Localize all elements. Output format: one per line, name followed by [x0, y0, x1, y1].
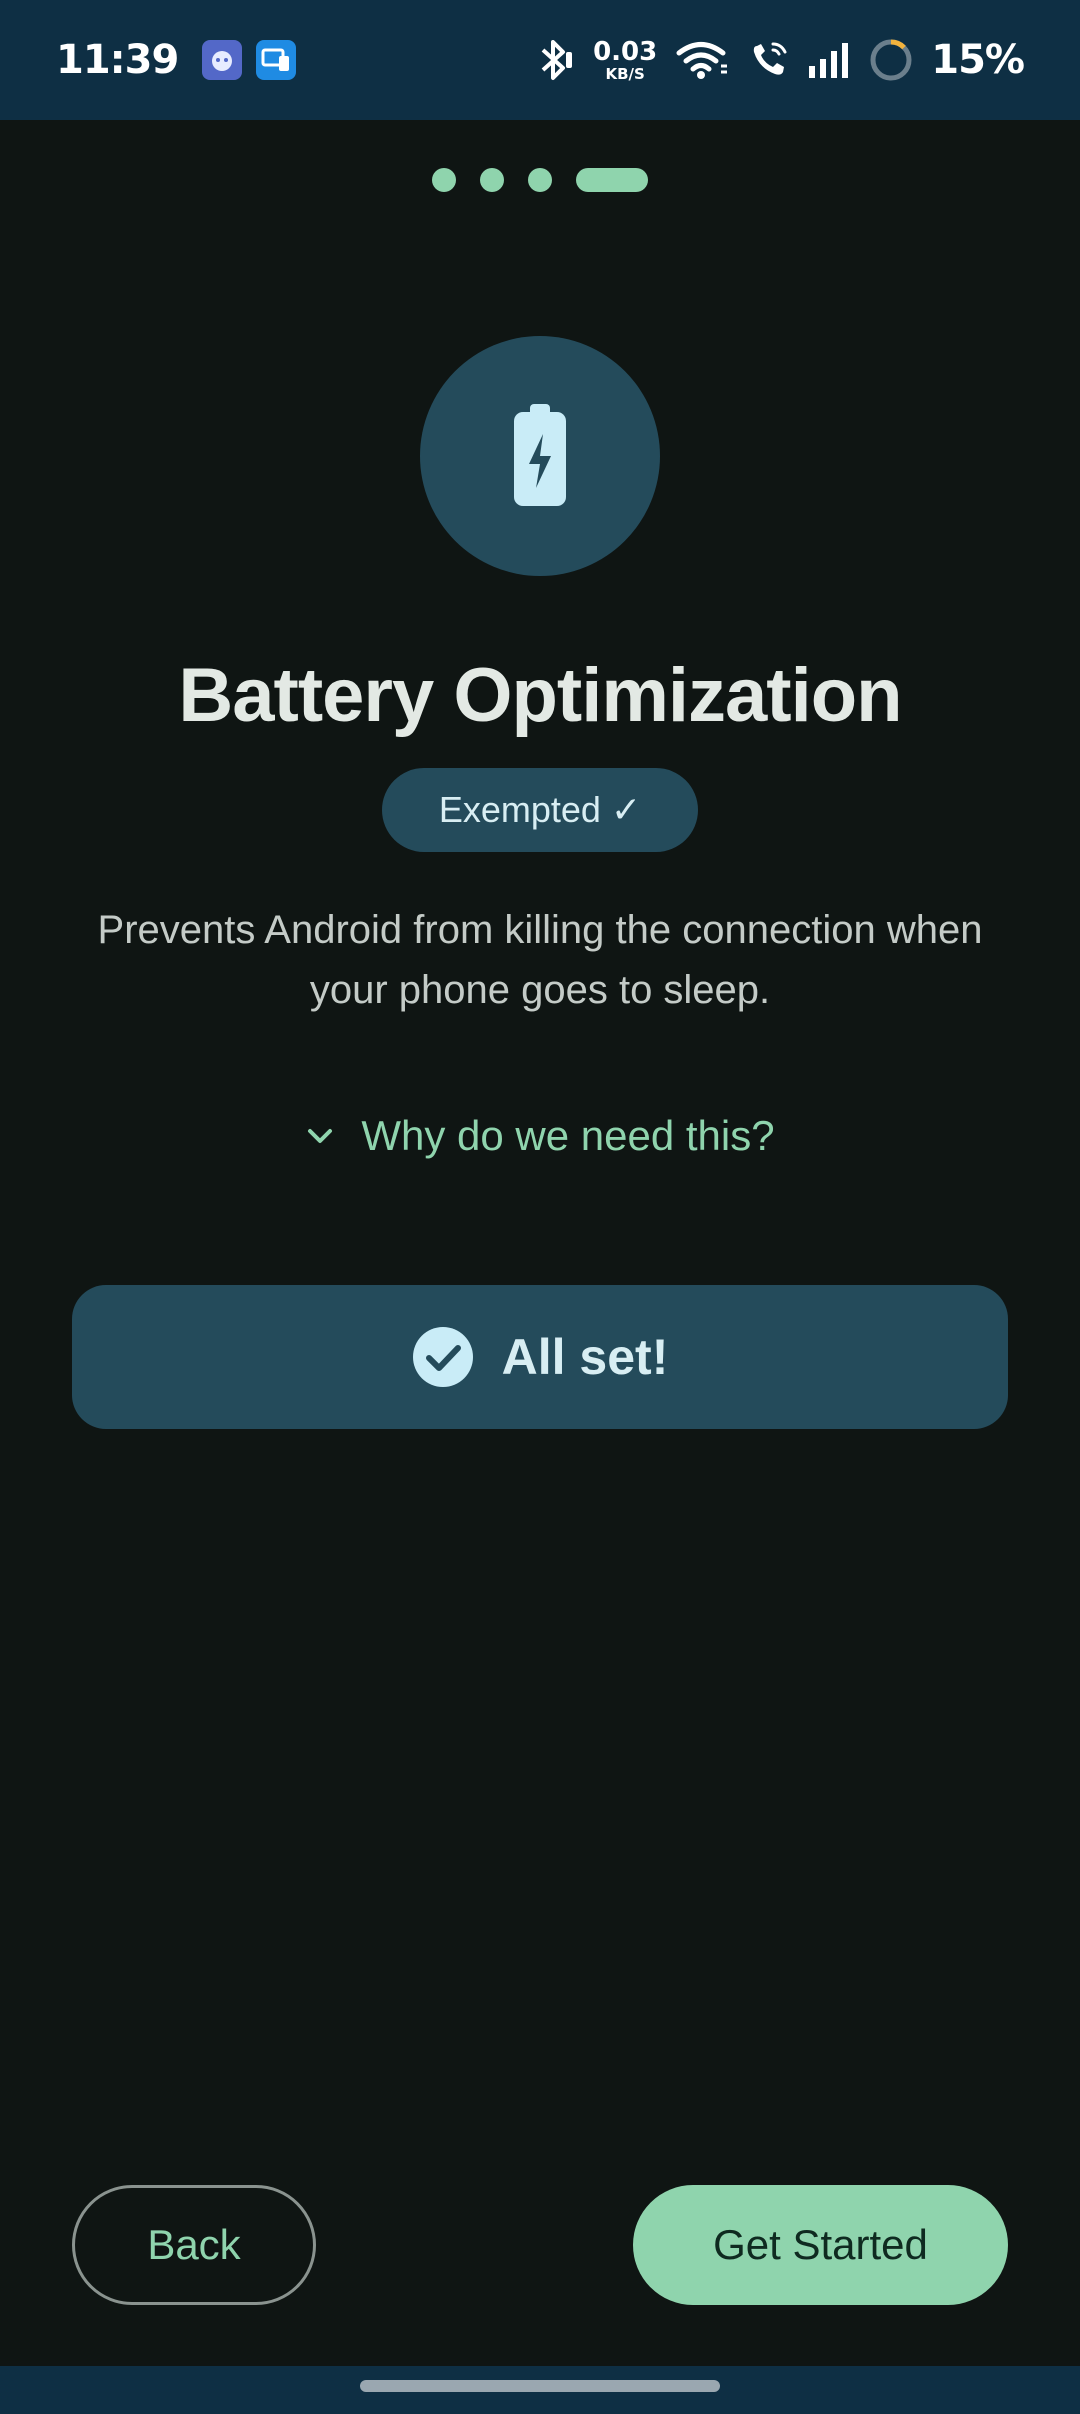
- wifi-icon: [676, 42, 728, 79]
- back-button[interactable]: Back: [72, 2185, 316, 2305]
- wifi-call-icon: [754, 42, 787, 75]
- status-bar: 11:39 0.03 KB/S 15%: [0, 0, 1080, 120]
- network-speed: 0.03 KB/S: [593, 39, 657, 82]
- battery-ring-icon: [870, 39, 912, 81]
- status-right: 0.03 KB/S 15%: [535, 37, 1025, 83]
- step-dot: [528, 168, 552, 192]
- description: Prevents Android from killing the connec…: [97, 908, 983, 1012]
- battery-charging-icon: [514, 404, 566, 506]
- bluetooth-icon: [541, 40, 573, 80]
- step-dot: [480, 168, 504, 192]
- step-dot: [432, 168, 456, 192]
- navigation-bar: [0, 2366, 1080, 2414]
- net-speed-value: 0.03: [593, 36, 658, 67]
- status-time: 11:39: [56, 37, 179, 83]
- chevron-down-icon: [308, 1129, 333, 1143]
- why-expander[interactable]: Why do we need this?: [0, 1112, 1080, 1160]
- device-notification-icon: [256, 40, 297, 80]
- hero-icon-circle: [420, 336, 660, 576]
- app-notification-icon: [202, 40, 243, 80]
- battery-percent: 15%: [931, 37, 1025, 83]
- why-expander-label: Why do we need this?: [361, 1112, 775, 1159]
- all-set-button[interactable]: All set!: [72, 1285, 1008, 1429]
- get-started-button[interactable]: Get Started: [633, 2185, 1008, 2305]
- signal-icon: [809, 43, 849, 78]
- step-dot-active: [576, 168, 648, 192]
- page-title: Battery Optimization: [178, 653, 902, 738]
- all-set-label: All set!: [501, 1329, 669, 1385]
- net-speed-unit: KB/S: [605, 64, 645, 83]
- status-badge: Exempted ✓: [382, 768, 698, 852]
- step-indicator: [0, 168, 1080, 192]
- home-gesture-handle[interactable]: [360, 2380, 720, 2392]
- check-circle-icon: [412, 1327, 473, 1387]
- notification-icons: [202, 40, 297, 80]
